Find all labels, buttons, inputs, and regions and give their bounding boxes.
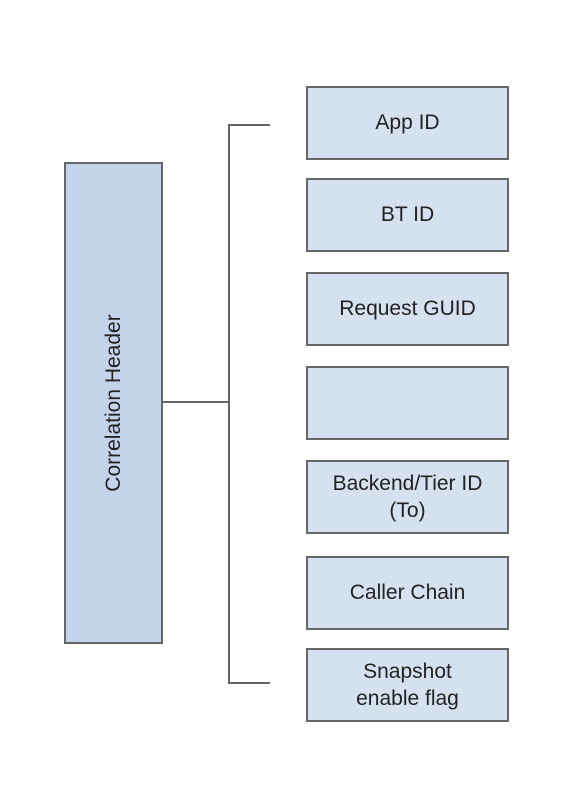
field-app-id: App ID [306,86,509,160]
field-label: App ID [375,111,440,135]
field-label: Snapshot enable flag [356,659,459,710]
bracket-bottom [228,682,270,684]
bracket-vertical [228,124,230,684]
field-request-guid: Request GUID [306,272,509,346]
correlation-header-box: Correlation Header [64,162,163,644]
connector-line [161,401,230,403]
field-snapshot-flag: Snapshot enable flag [306,648,509,722]
field-bt-id: BT ID [306,178,509,252]
field-backend-tier-id: Backend/Tier ID (To) [306,460,509,534]
correlation-header-label: Correlation Header [101,314,125,492]
field-label: BT ID [380,203,435,227]
field-label: Backend/Tier ID (To) [332,471,483,522]
bracket-top [228,124,270,126]
field-label: Caller Chain [349,581,466,605]
field-empty [306,366,509,440]
field-label: Request GUID [339,297,476,321]
field-caller-chain: Caller Chain [306,556,509,630]
